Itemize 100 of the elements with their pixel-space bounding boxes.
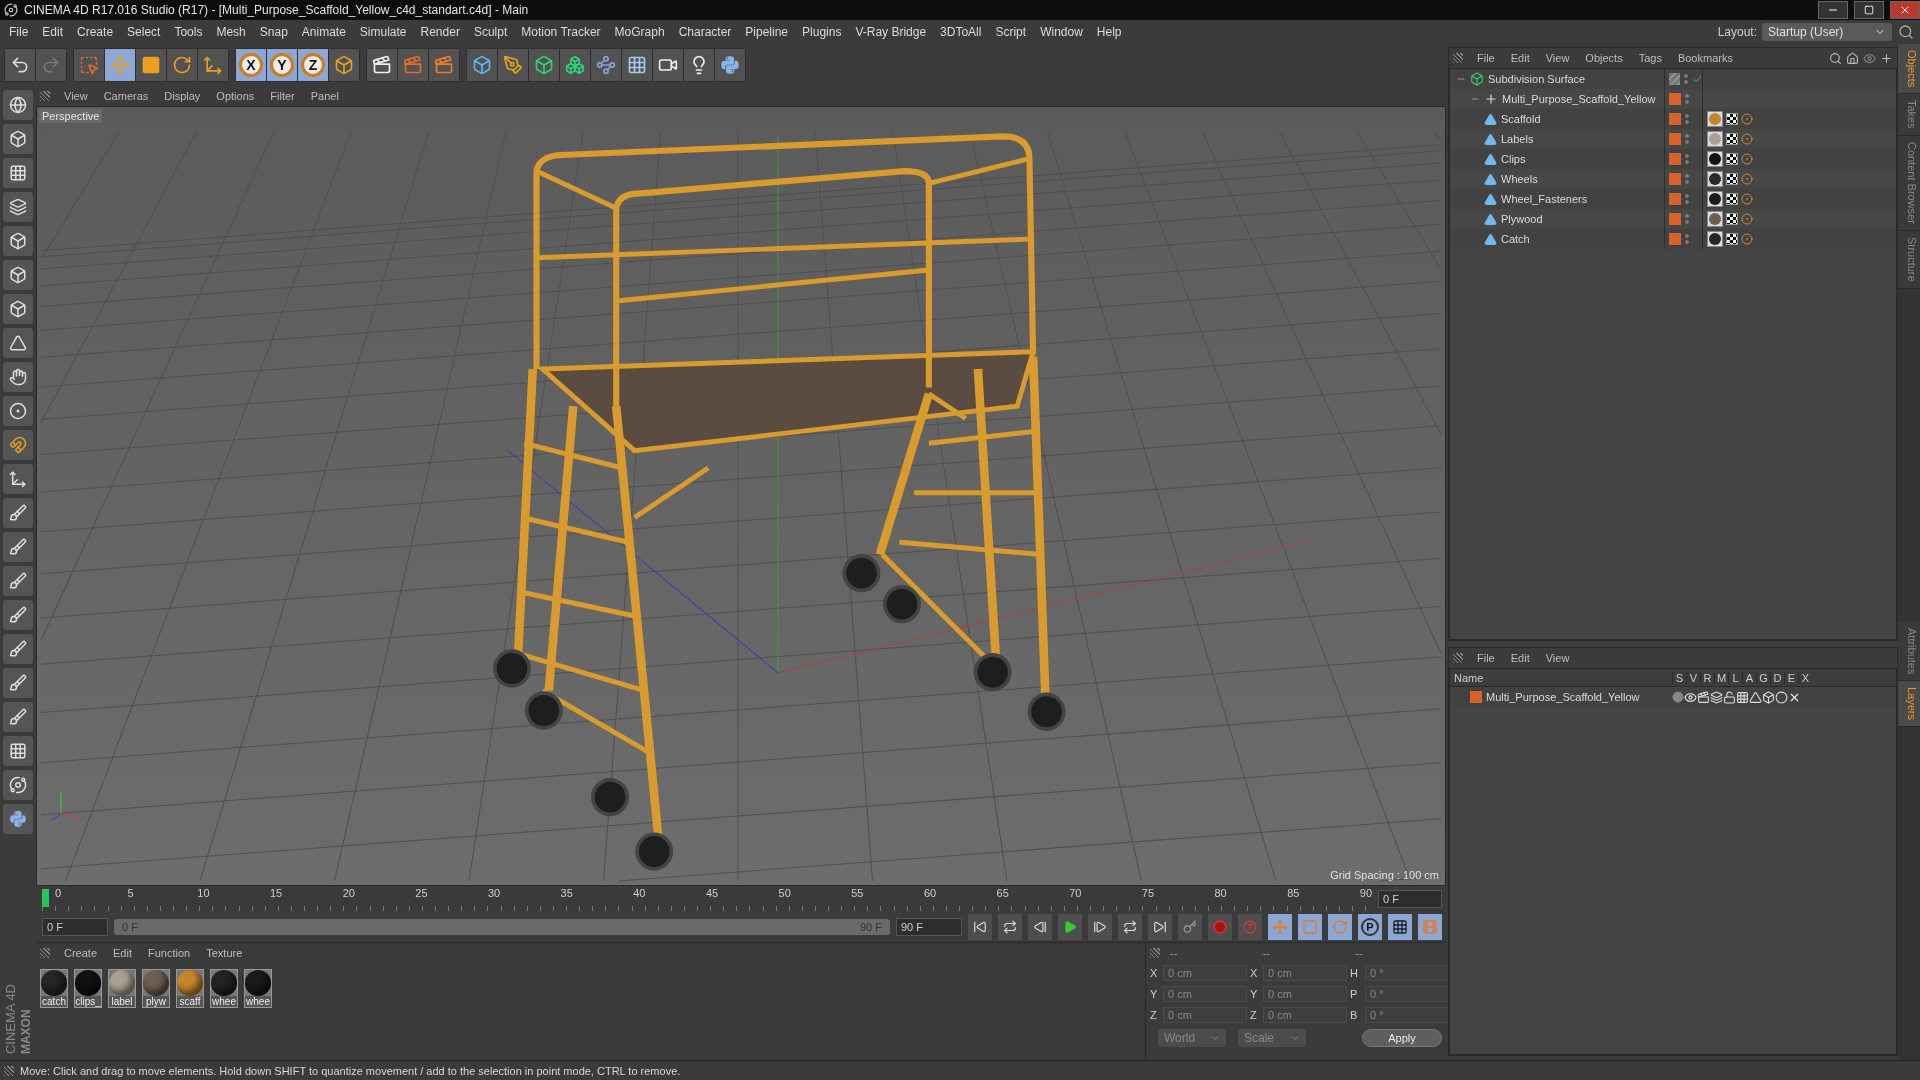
viewport-menu-item[interactable]: Options <box>208 90 263 102</box>
animation-icon[interactable] <box>1736 690 1749 704</box>
tool-button[interactable] <box>3 668 33 698</box>
play-button[interactable] <box>1058 914 1082 940</box>
menu-item[interactable]: Snap <box>252 25 295 39</box>
visibility-dots[interactable] <box>1685 173 1689 185</box>
apply-button[interactable]: Apply <box>1362 1029 1442 1047</box>
viewport-menu-item[interactable]: Filter <box>262 90 303 102</box>
texture-tag-icon[interactable] <box>1726 193 1738 205</box>
tool-button[interactable] <box>3 600 33 630</box>
key-button[interactable] <box>1178 914 1202 940</box>
toolbar-button[interactable] <box>429 49 459 81</box>
side-tab[interactable]: Layers <box>1898 681 1920 728</box>
timeline-ruler[interactable]: 0 5 10 15 20 25 30 35 40 45 50 55 60 65 70 75 80 85 90 <box>42 887 1372 911</box>
tool-button[interactable] <box>3 736 33 766</box>
layers-menu-item[interactable]: File <box>1469 652 1503 664</box>
manager-icon[interactable] <box>1710 690 1723 704</box>
toolbar-button[interactable] <box>198 49 228 81</box>
object-name[interactable]: Wheel_Fasteners <box>1501 193 1588 205</box>
object-name[interactable]: Plywood <box>1501 213 1543 225</box>
animation-tool-button[interactable] <box>1388 914 1412 940</box>
objects-menu-item[interactable]: Edit <box>1502 52 1538 64</box>
material-swatch[interactable]: label <box>108 969 136 1008</box>
visibility-dots[interactable] <box>1685 113 1689 125</box>
toolbar-button[interactable] <box>5 49 35 81</box>
material-menu-item[interactable]: Texture <box>198 947 251 959</box>
last-frame-button[interactable] <box>1148 914 1172 940</box>
playhead-marker[interactable] <box>42 889 49 907</box>
python-button[interactable] <box>3 804 33 834</box>
menu-item[interactable]: Select <box>120 25 168 39</box>
material-menu-item[interactable]: Function <box>140 947 199 959</box>
menu-item[interactable]: MoGraph <box>607 25 672 39</box>
visibility-dots[interactable] <box>1685 233 1689 245</box>
visibility-dots[interactable] <box>1685 93 1689 105</box>
texture-tag-icon[interactable] <box>1726 133 1738 145</box>
tool-button[interactable] <box>3 192 33 222</box>
texture-tag-icon[interactable] <box>1726 153 1738 165</box>
minimize-button[interactable] <box>1818 1 1848 19</box>
layout-dropdown[interactable]: Startup (User) <box>1762 23 1892 41</box>
generator-icon[interactable] <box>1749 690 1762 704</box>
home-icon[interactable] <box>1846 51 1859 65</box>
render-icon[interactable] <box>1697 690 1710 704</box>
menu-item[interactable]: Sculpt <box>466 25 515 39</box>
visibility-dots[interactable] <box>1685 153 1689 165</box>
material-swatch[interactable]: whee <box>210 969 238 1008</box>
current-frame-field[interactable]: 0 F <box>1378 890 1442 908</box>
tool-button[interactable] <box>3 634 33 664</box>
view-icon[interactable] <box>1684 690 1697 704</box>
side-tab[interactable]: Objects <box>1898 44 1920 95</box>
material-menu-item[interactable]: Edit <box>105 947 140 959</box>
layer-name[interactable]: Multi_Purpose_Scaffold_Yellow <box>1486 691 1640 703</box>
expression-icon[interactable] <box>1775 690 1788 704</box>
tool-button[interactable] <box>3 158 33 188</box>
texture-tag-icon[interactable] <box>1726 233 1738 245</box>
material-swatch[interactable]: scaff <box>176 969 204 1008</box>
toolbar-button[interactable] <box>684 49 714 81</box>
tool-button[interactable] <box>3 532 33 562</box>
tool-button[interactable] <box>3 328 33 358</box>
tool-button[interactable] <box>3 396 33 426</box>
menu-item[interactable]: Render <box>413 25 467 39</box>
objects-menu-item[interactable]: Bookmarks <box>1669 52 1741 64</box>
tool-button[interactable] <box>3 294 33 324</box>
lock-icon[interactable] <box>1723 690 1736 704</box>
object-name[interactable]: Wheels <box>1501 173 1538 185</box>
visibility-dots[interactable] <box>1685 133 1689 145</box>
previous-key-button[interactable] <box>998 914 1022 940</box>
tool-button[interactable] <box>3 362 33 392</box>
menu-item[interactable]: Window <box>1033 25 1090 39</box>
toolbar-button[interactable] <box>467 49 497 81</box>
menu-item[interactable]: Edit <box>35 25 71 39</box>
menu-item[interactable]: 3DToAll <box>933 25 989 39</box>
toolbar-button[interactable] <box>715 49 745 81</box>
toolbar-button[interactable] <box>653 49 683 81</box>
menu-item[interactable]: Help <box>1089 25 1129 39</box>
eye-icon[interactable] <box>1863 51 1876 65</box>
texture-tag-icon[interactable] <box>1726 213 1738 225</box>
toolbar-button[interactable] <box>560 49 590 81</box>
menu-item[interactable]: Tools <box>167 25 210 39</box>
viewport-menu-item[interactable]: View <box>56 90 96 102</box>
toolbar-button[interactable] <box>529 49 559 81</box>
material-swatch[interactable]: whee <box>244 969 272 1008</box>
material-menu-item[interactable]: Create <box>56 947 106 959</box>
tool-button[interactable] <box>3 498 33 528</box>
previous-frame-button[interactable] <box>1028 914 1052 940</box>
object-name[interactable]: Multi_Purpose_Scaffold_Yellow <box>1502 93 1656 105</box>
first-frame-button[interactable] <box>968 914 992 940</box>
toolbar-button[interactable] <box>136 49 166 81</box>
tool-button[interactable] <box>3 124 33 154</box>
deformer-icon[interactable] <box>1762 690 1775 704</box>
tool-button[interactable] <box>3 226 33 256</box>
texture-tag-icon[interactable] <box>1726 173 1738 185</box>
objects-menu-item[interactable]: Objects <box>1577 52 1631 64</box>
visibility-dots[interactable] <box>1684 73 1688 85</box>
material-swatch[interactable]: clips_ <box>74 969 102 1008</box>
object-name[interactable]: Catch <box>1501 233 1530 245</box>
menu-item[interactable]: Motion Tracker <box>514 25 608 39</box>
viewport-menu-item[interactable]: Cameras <box>95 90 157 102</box>
menu-item[interactable]: Mesh <box>209 25 253 39</box>
end-frame-field[interactable]: 90 F <box>896 918 962 936</box>
next-key-button[interactable] <box>1118 914 1142 940</box>
